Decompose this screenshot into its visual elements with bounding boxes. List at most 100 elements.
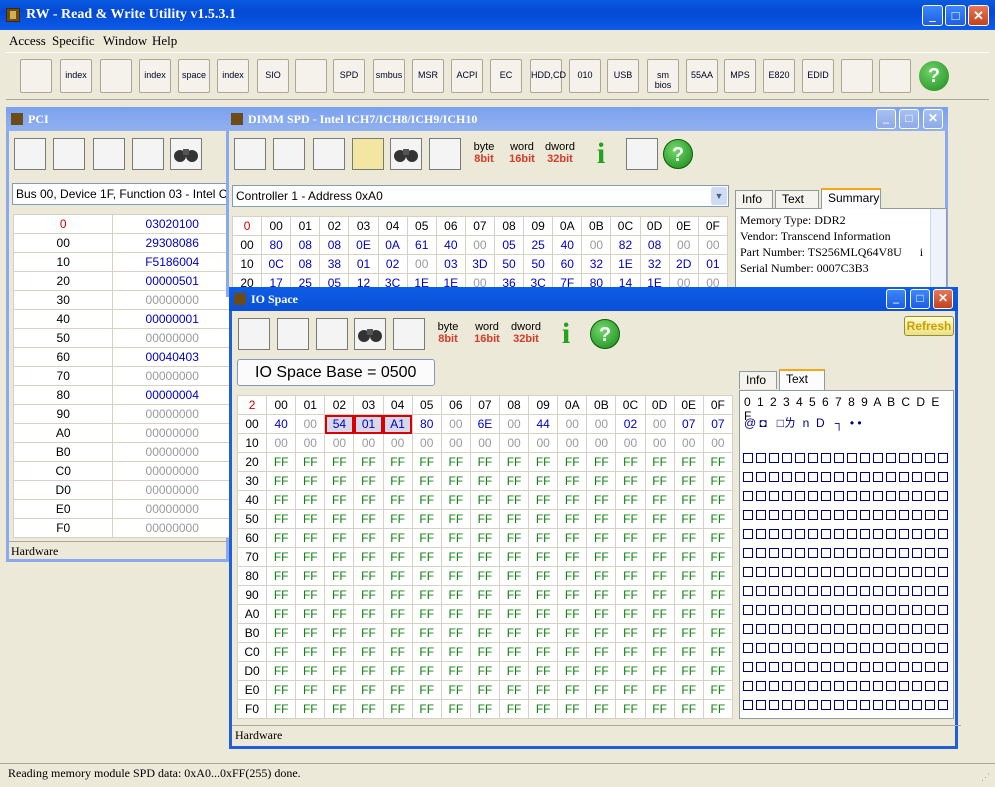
hex-cell[interactable]: FF: [440, 547, 471, 567]
hex-cell[interactable]: FF: [440, 604, 471, 624]
hex-cell[interactable]: 00: [586, 433, 617, 453]
register-value[interactable]: 00000000: [112, 499, 232, 519]
maximize-button[interactable]: □: [945, 5, 966, 26]
hex-cell[interactable]: FF: [440, 528, 471, 548]
hex-cell[interactable]: FF: [295, 642, 326, 662]
hex-cell[interactable]: FF: [586, 699, 617, 719]
hex-cell[interactable]: FF: [615, 699, 646, 719]
spd-flash-icon[interactable]: [626, 138, 658, 170]
hex-cell[interactable]: FF: [673, 661, 704, 681]
pci-title-bar[interactable]: PCI: [6, 107, 229, 131]
hex-cell[interactable]: FF: [469, 452, 500, 472]
hex-cell[interactable]: FF: [266, 566, 297, 586]
hex-cell[interactable]: FF: [324, 604, 355, 624]
hex-cell[interactable]: FF: [324, 509, 355, 529]
hex-cell[interactable]: FF: [498, 642, 530, 662]
acpi-icon[interactable]: ACPI: [451, 59, 483, 93]
hex-cell[interactable]: FF: [324, 680, 355, 700]
hex-cell[interactable]: FF: [557, 642, 588, 662]
io-tab-text[interactable]: Text: [779, 369, 825, 390]
hex-cell[interactable]: 07: [673, 414, 704, 434]
hex-cell[interactable]: 50: [493, 254, 525, 274]
smbios-icon[interactable]: sm bios: [647, 59, 679, 93]
hex-cell[interactable]: FF: [266, 471, 297, 491]
hex-cell[interactable]: 60: [552, 254, 583, 274]
hex-cell[interactable]: 01: [697, 254, 729, 274]
hex-cell[interactable]: FF: [586, 547, 617, 567]
hex-cell[interactable]: FF: [411, 604, 442, 624]
hex-cell[interactable]: 54: [324, 414, 355, 434]
hex-cell[interactable]: FF: [615, 585, 646, 605]
hex-cell[interactable]: FF: [440, 490, 471, 510]
hex-cell[interactable]: 2D: [668, 254, 699, 274]
hex-cell[interactable]: FF: [615, 642, 646, 662]
hex-cell[interactable]: FF: [702, 699, 734, 719]
hex-cell[interactable]: FF: [586, 661, 617, 681]
io-index-icon[interactable]: index: [217, 59, 249, 93]
hex-cell[interactable]: FF: [382, 623, 413, 643]
hex-cell[interactable]: FF: [411, 490, 442, 510]
hex-cell[interactable]: FF: [644, 604, 675, 624]
hex-cell[interactable]: FF: [644, 547, 675, 567]
close-button[interactable]: ✕: [968, 5, 989, 26]
hex-cell[interactable]: FF: [382, 490, 413, 510]
hex-cell[interactable]: FF: [440, 661, 471, 681]
spd-tab-summary[interactable]: Summary: [821, 188, 881, 209]
hex-cell[interactable]: FF: [440, 623, 471, 643]
register-value[interactable]: 29308086: [112, 233, 232, 253]
hex-cell[interactable]: FF: [702, 642, 734, 662]
hex-cell[interactable]: FF: [295, 566, 326, 586]
hex-cell[interactable]: 08: [290, 235, 321, 255]
hex-cell[interactable]: FF: [353, 547, 384, 567]
hex-cell[interactable]: FF: [644, 452, 675, 472]
hex-cell[interactable]: FF: [382, 566, 413, 586]
hex-cell[interactable]: FF: [266, 604, 297, 624]
hex-cell[interactable]: FF: [266, 661, 297, 681]
hex-cell[interactable]: FF: [615, 566, 646, 586]
io-edit-icon[interactable]: [316, 318, 348, 350]
hex-cell[interactable]: FF: [382, 471, 413, 491]
hex-cell[interactable]: 00: [644, 414, 675, 434]
io-maximize-button[interactable]: □: [910, 289, 930, 309]
hex-cell[interactable]: FF: [266, 509, 297, 529]
register-value[interactable]: 00000000: [112, 518, 232, 538]
hex-cell[interactable]: 00: [557, 433, 588, 453]
hex-cell[interactable]: FF: [528, 604, 559, 624]
hex-cell[interactable]: FF: [440, 471, 471, 491]
hex-cell[interactable]: FF: [702, 585, 734, 605]
io-word-button[interactable]: word 16bit: [471, 318, 503, 350]
hex-cell[interactable]: FF: [498, 471, 530, 491]
memory-icon[interactable]: [100, 59, 132, 93]
hex-cell[interactable]: 08: [639, 235, 670, 255]
hex-cell[interactable]: FF: [557, 509, 588, 529]
hex-cell[interactable]: 00: [295, 433, 326, 453]
spd-minimize-button[interactable]: _: [876, 109, 896, 129]
io-table-icon[interactable]: [393, 318, 425, 350]
hex-cell[interactable]: FF: [469, 490, 500, 510]
hex-cell[interactable]: FF: [644, 680, 675, 700]
hex-cell[interactable]: FF: [586, 604, 617, 624]
hex-cell[interactable]: FF: [498, 661, 530, 681]
hex-cell[interactable]: FF: [266, 642, 297, 662]
hex-cell[interactable]: FF: [353, 566, 384, 586]
hex-cell[interactable]: FF: [382, 585, 413, 605]
hex-cell[interactable]: FF: [615, 490, 646, 510]
hex-cell[interactable]: FF: [440, 509, 471, 529]
hex-cell[interactable]: FF: [673, 699, 704, 719]
hex-cell[interactable]: FF: [557, 585, 588, 605]
hex-cell[interactable]: 80: [411, 414, 442, 434]
hex-cell[interactable]: FF: [353, 452, 384, 472]
hex-cell[interactable]: FF: [266, 490, 297, 510]
hex-cell[interactable]: FF: [644, 623, 675, 643]
hex-cell[interactable]: FF: [557, 566, 588, 586]
hex-cell[interactable]: 08: [319, 235, 350, 255]
hex-cell[interactable]: FF: [411, 661, 442, 681]
chevron-down-icon[interactable]: ▼: [711, 187, 727, 205]
spd-controller-select[interactable]: Controller 1 - Address 0xA0 ▼: [232, 185, 729, 207]
hex-cell[interactable]: 00: [440, 414, 471, 434]
hex-cell[interactable]: FF: [586, 509, 617, 529]
hex-cell[interactable]: FF: [586, 585, 617, 605]
hex-cell[interactable]: FF: [644, 490, 675, 510]
hex-cell[interactable]: FF: [644, 585, 675, 605]
hex-cell[interactable]: FF: [382, 642, 413, 662]
